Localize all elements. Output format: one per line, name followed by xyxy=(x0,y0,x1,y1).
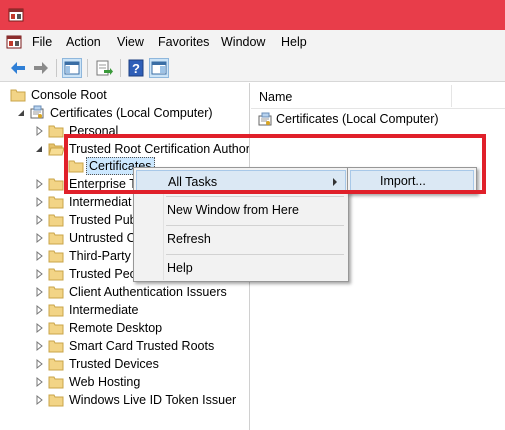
menu-separator xyxy=(166,254,344,255)
tree-item-remote-desktop[interactable]: Remote Desktop xyxy=(34,319,234,337)
menu-item-all-tasks[interactable]: All Tasks xyxy=(136,170,346,192)
all-tasks-submenu: Import... xyxy=(347,167,477,194)
menu-item-help[interactable]: Help xyxy=(136,257,346,279)
certificate-snapin-icon xyxy=(30,105,44,119)
folder-open-icon xyxy=(48,143,64,156)
folder-icon xyxy=(48,304,64,317)
collapsed-arrow-icon[interactable] xyxy=(34,232,44,244)
column-header[interactable]: Name xyxy=(251,83,505,109)
show-hide-console-tree-button[interactable] xyxy=(62,58,82,78)
folder-icon xyxy=(48,196,64,209)
collapsed-arrow-icon[interactable] xyxy=(34,376,44,388)
console-icon[interactable] xyxy=(6,34,22,50)
collapsed-arrow-icon[interactable] xyxy=(34,196,44,208)
tree-item-client-authentication-issuers[interactable]: Client Authentication Issuers xyxy=(34,283,244,301)
tree-item-personal[interactable]: Personal xyxy=(34,122,234,140)
tree-item-smart-card-trusted-roots[interactable]: Smart Card Trusted Roots xyxy=(34,337,244,355)
expanded-arrow-icon[interactable] xyxy=(16,107,26,119)
mmc-app-icon xyxy=(8,8,24,22)
mmc-window: File Action View Favorites Window Help ?… xyxy=(0,0,505,430)
folder-icon xyxy=(48,125,64,138)
folder-icon xyxy=(48,250,64,263)
tree-item-windows-live-id-token-issuer[interactable]: Windows Live ID Token Issuer xyxy=(34,391,246,409)
action-pane-button[interactable] xyxy=(149,58,169,78)
console-tree-icon xyxy=(64,61,80,75)
menu-file[interactable]: File xyxy=(32,35,52,49)
menu-separator xyxy=(166,196,344,197)
help-icon[interactable]: ? xyxy=(126,58,146,78)
collapsed-arrow-icon[interactable] xyxy=(34,214,44,226)
folder-icon xyxy=(48,340,64,353)
collapsed-arrow-icon[interactable] xyxy=(34,125,44,137)
toolbar-separator xyxy=(87,59,88,77)
svg-text:?: ? xyxy=(132,61,140,76)
action-pane-icon xyxy=(151,61,167,75)
folder-icon xyxy=(48,394,64,407)
folder-icon xyxy=(48,232,64,245)
collapsed-arrow-icon[interactable] xyxy=(34,178,44,190)
folder-icon xyxy=(68,160,84,173)
toolbar: ? xyxy=(0,54,505,82)
menu-bar: File Action View Favorites Window Help xyxy=(0,30,505,54)
menu-item-import[interactable]: Import... xyxy=(350,170,474,191)
folder-icon xyxy=(48,178,64,191)
forward-icon[interactable] xyxy=(31,58,51,78)
folder-icon xyxy=(48,286,64,299)
title-bar[interactable] xyxy=(0,0,505,30)
expanded-arrow-icon[interactable] xyxy=(34,143,44,155)
menu-item-refresh[interactable]: Refresh xyxy=(136,228,346,250)
column-header-name[interactable]: Name xyxy=(259,90,292,104)
menu-item-new-window-from-here[interactable]: New Window from Here xyxy=(136,199,346,221)
menu-separator xyxy=(166,225,344,226)
folder-icon xyxy=(48,322,64,335)
tree-item-console-root[interactable]: Console Root xyxy=(10,86,210,104)
menu-help[interactable]: Help xyxy=(281,35,307,49)
collapsed-arrow-icon[interactable] xyxy=(34,250,44,262)
export-list-icon[interactable] xyxy=(94,58,114,78)
submenu-arrow-icon xyxy=(333,178,337,186)
collapsed-arrow-icon[interactable] xyxy=(34,340,44,352)
menu-view[interactable]: View xyxy=(117,35,144,49)
certificate-snapin-icon xyxy=(258,112,272,126)
folder-icon xyxy=(48,376,64,389)
menu-favorites[interactable]: Favorites xyxy=(158,35,209,49)
folder-icon xyxy=(10,89,26,102)
tree-item-trusted-devices[interactable]: Trusted Devices xyxy=(34,355,234,373)
list-item-label: Certificates (Local Computer) xyxy=(276,112,439,126)
collapsed-arrow-icon[interactable] xyxy=(34,304,44,316)
collapsed-arrow-icon[interactable] xyxy=(34,394,44,406)
menu-window[interactable]: Window xyxy=(221,35,265,49)
tree-item-certificates-local-computer[interactable]: Certificates (Local Computer) xyxy=(16,104,246,122)
menu-action[interactable]: Action xyxy=(66,35,101,49)
collapsed-arrow-icon[interactable] xyxy=(34,322,44,334)
context-menu: All Tasks New Window from Here Refresh H… xyxy=(133,167,349,282)
folder-icon xyxy=(48,358,64,371)
folder-icon xyxy=(48,214,64,227)
toolbar-separator xyxy=(120,59,121,77)
collapsed-arrow-icon[interactable] xyxy=(34,268,44,280)
collapsed-arrow-icon[interactable] xyxy=(34,358,44,370)
folder-icon xyxy=(48,268,64,281)
back-icon[interactable] xyxy=(8,58,28,78)
toolbar-separator xyxy=(56,59,57,77)
tree-item-trusted-root[interactable]: Trusted Root Certification Author xyxy=(34,140,249,158)
collapsed-arrow-icon[interactable] xyxy=(34,286,44,298)
tree-item-intermediate[interactable]: Intermediate xyxy=(34,301,234,319)
tree-item-web-hosting[interactable]: Web Hosting xyxy=(34,373,234,391)
column-divider[interactable] xyxy=(451,85,452,107)
